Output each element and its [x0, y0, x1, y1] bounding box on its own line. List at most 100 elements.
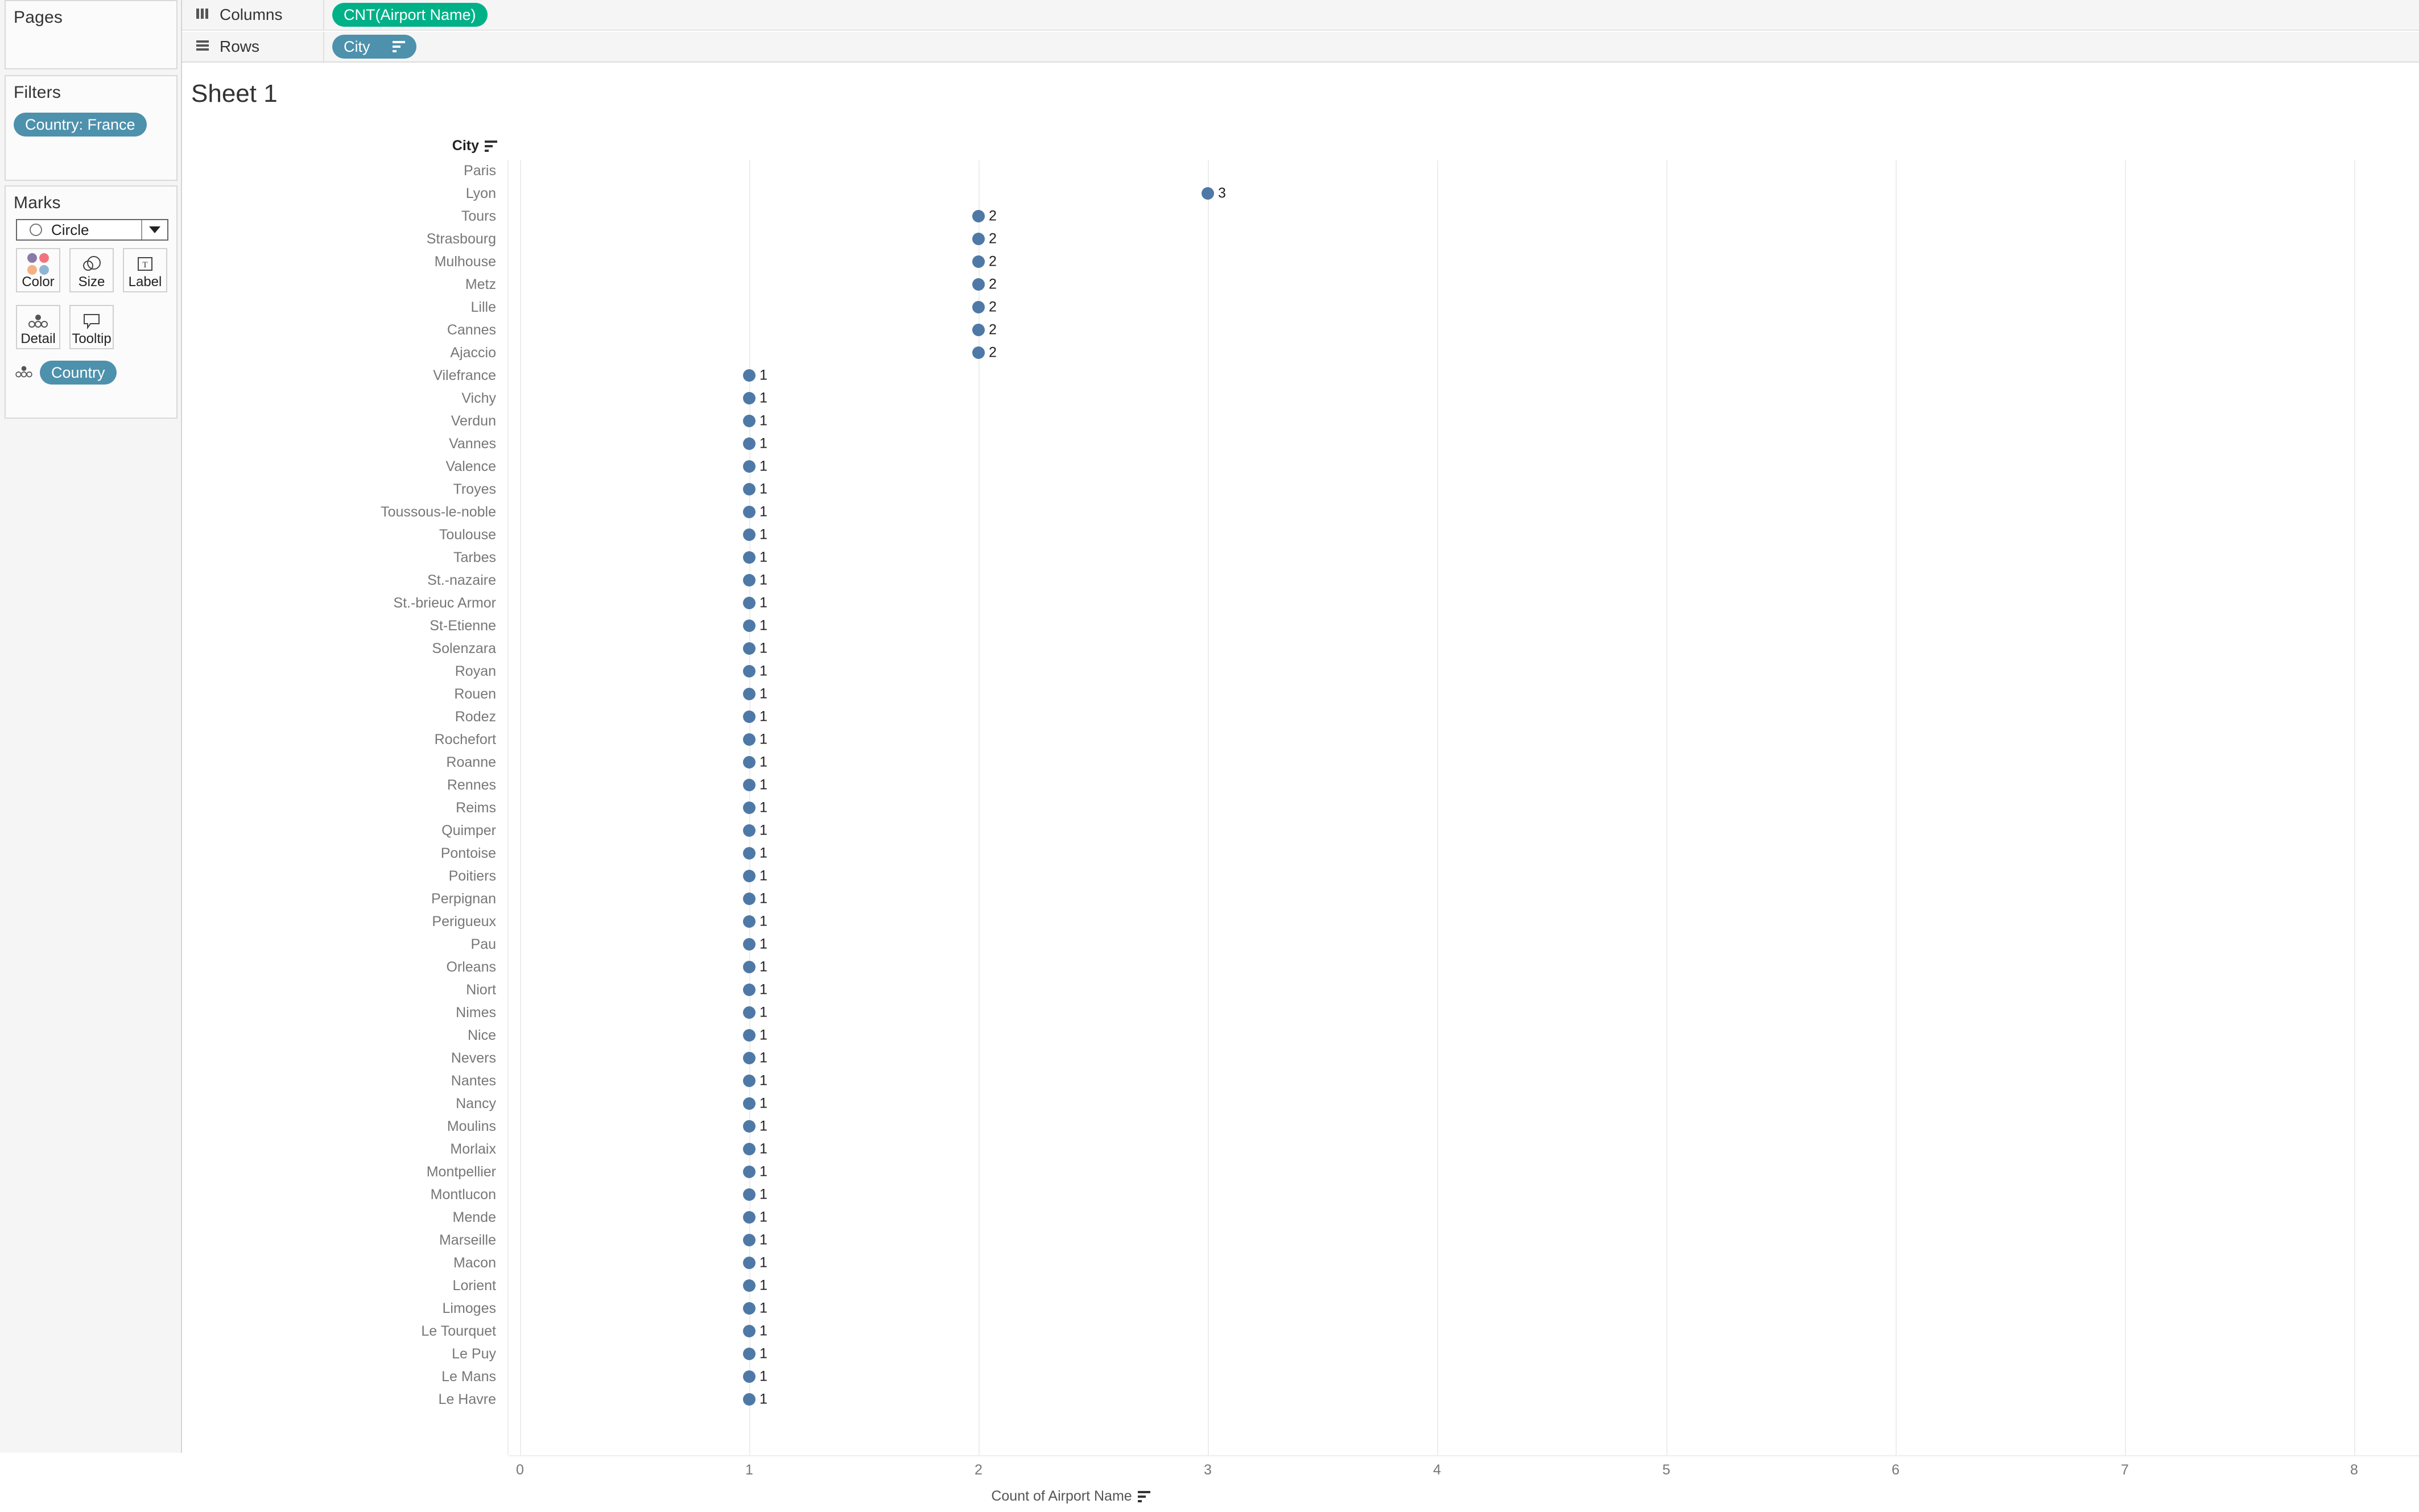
data-point[interactable] — [743, 688, 756, 700]
row-label[interactable]: Moulins — [189, 1115, 496, 1138]
row-label[interactable]: Reims — [189, 796, 496, 819]
row-label[interactable]: Strasbourg — [189, 228, 496, 250]
row-label[interactable]: Le Puy — [189, 1342, 496, 1365]
data-point[interactable] — [972, 278, 985, 291]
row-label[interactable]: Paris — [189, 160, 496, 182]
row-label[interactable]: Niort — [189, 978, 496, 1001]
row-label[interactable]: Le Tourquet — [189, 1320, 496, 1342]
row-label[interactable]: Roanne — [189, 751, 496, 774]
marks-label-button[interactable]: T Label — [123, 248, 167, 292]
row-label[interactable]: Mulhouse — [189, 250, 496, 273]
data-point[interactable] — [743, 1052, 756, 1064]
data-point[interactable] — [1202, 187, 1214, 200]
row-label[interactable]: Tours — [189, 205, 496, 228]
row-label[interactable]: Rodez — [189, 705, 496, 728]
data-point[interactable] — [743, 1006, 756, 1019]
rows-shelf-drop-area[interactable]: City — [324, 32, 2419, 61]
data-point[interactable] — [972, 324, 985, 336]
data-point[interactable] — [743, 392, 756, 404]
data-point[interactable] — [743, 460, 756, 473]
row-label[interactable]: Toussous-le-noble — [189, 501, 496, 523]
row-label[interactable]: Limoges — [189, 1297, 497, 1320]
data-point[interactable] — [743, 665, 756, 677]
marks-size-button[interactable]: Size — [69, 248, 114, 292]
filter-pill-country[interactable]: Country: France — [14, 113, 147, 137]
row-label[interactable]: Verdun — [189, 410, 496, 432]
sort-icon[interactable] — [393, 41, 405, 52]
data-point[interactable] — [743, 574, 756, 586]
row-label[interactable]: Solenzara — [189, 637, 496, 660]
marks-pill-country[interactable]: Country — [40, 361, 117, 385]
x-axis-title[interactable]: Count of Airport Name — [183, 1488, 1958, 1505]
data-point[interactable] — [743, 1029, 756, 1042]
row-label[interactable]: Nantes — [189, 1069, 496, 1092]
data-point[interactable] — [743, 551, 756, 564]
marks-card[interactable]: Marks Circle Color Size T Label Detail T… — [5, 185, 177, 419]
row-label[interactable]: Nice — [189, 1024, 496, 1047]
row-label[interactable]: Orleans — [189, 956, 496, 978]
row-label[interactable]: Perpignan — [189, 887, 496, 910]
data-point[interactable] — [743, 733, 756, 746]
data-point[interactable] — [743, 802, 756, 814]
data-point[interactable] — [743, 1325, 756, 1337]
row-label[interactable]: Montpellier — [189, 1160, 496, 1183]
row-label[interactable]: Metz — [189, 273, 496, 296]
data-point[interactable] — [743, 756, 756, 769]
row-label[interactable]: Nancy — [189, 1092, 496, 1115]
data-point[interactable] — [972, 210, 985, 222]
data-point[interactable] — [743, 642, 756, 655]
row-label[interactable]: Vannes — [189, 432, 496, 455]
rows-pill-city[interactable]: City — [332, 35, 416, 59]
data-point[interactable] — [743, 1097, 756, 1110]
columns-pill-cnt-airport-name[interactable]: CNT(Airport Name) — [332, 3, 488, 27]
data-point[interactable] — [972, 233, 985, 245]
pages-card[interactable]: Pages — [5, 0, 177, 69]
chevron-down-icon[interactable] — [141, 220, 167, 239]
row-label[interactable]: Vilefrance — [189, 364, 496, 387]
data-point[interactable] — [743, 824, 756, 837]
row-label[interactable]: Rennes — [189, 774, 496, 796]
data-point[interactable] — [743, 1188, 756, 1201]
row-label[interactable]: Valence — [189, 455, 497, 478]
sort-icon[interactable] — [1137, 1490, 1150, 1502]
marks-color-button[interactable]: Color — [16, 248, 60, 292]
data-point[interactable] — [743, 619, 756, 632]
row-label[interactable]: Lorient — [189, 1274, 496, 1297]
data-point[interactable] — [743, 870, 756, 882]
data-point[interactable] — [743, 1120, 756, 1133]
data-point[interactable] — [972, 346, 985, 359]
data-point[interactable] — [743, 1166, 756, 1178]
row-label[interactable]: Montlucon — [189, 1183, 496, 1206]
row-label[interactable]: St-Etienne — [189, 614, 496, 637]
data-point[interactable] — [743, 483, 756, 495]
row-header-title[interactable]: City — [183, 138, 509, 154]
data-point[interactable] — [743, 415, 756, 427]
row-label[interactable]: Troyes — [189, 478, 496, 501]
data-point[interactable] — [743, 1234, 756, 1246]
data-point[interactable] — [743, 1075, 756, 1087]
row-label[interactable]: Vichy — [189, 387, 496, 410]
row-label[interactable]: Poitiers — [189, 865, 496, 887]
filters-card[interactable]: Filters Country: France — [5, 75, 177, 181]
data-point[interactable] — [743, 984, 756, 996]
row-label[interactable]: Le Mans — [189, 1365, 496, 1388]
row-label[interactable]: St.-brieuc Armor — [189, 592, 496, 614]
data-point[interactable] — [743, 1348, 756, 1360]
data-point[interactable] — [743, 893, 756, 905]
data-point[interactable] — [743, 847, 756, 860]
row-label[interactable]: Quimper — [189, 819, 496, 842]
row-label[interactable]: Mende — [189, 1206, 496, 1229]
data-point[interactable] — [743, 369, 756, 382]
marks-tooltip-button[interactable]: Tooltip — [69, 305, 114, 349]
row-label[interactable]: Morlaix — [189, 1138, 496, 1160]
columns-shelf[interactable]: Columns CNT(Airport Name) — [182, 0, 2419, 31]
data-point[interactable] — [743, 1302, 756, 1315]
data-point[interactable] — [743, 1393, 756, 1406]
data-point[interactable] — [743, 915, 756, 928]
row-label[interactable]: Rouen — [189, 683, 496, 705]
row-label[interactable]: Rochefort — [189, 728, 496, 751]
data-point[interactable] — [743, 1257, 756, 1269]
row-label[interactable]: Marseille — [189, 1229, 496, 1251]
data-point[interactable] — [743, 506, 756, 518]
sort-icon[interactable] — [485, 140, 497, 152]
